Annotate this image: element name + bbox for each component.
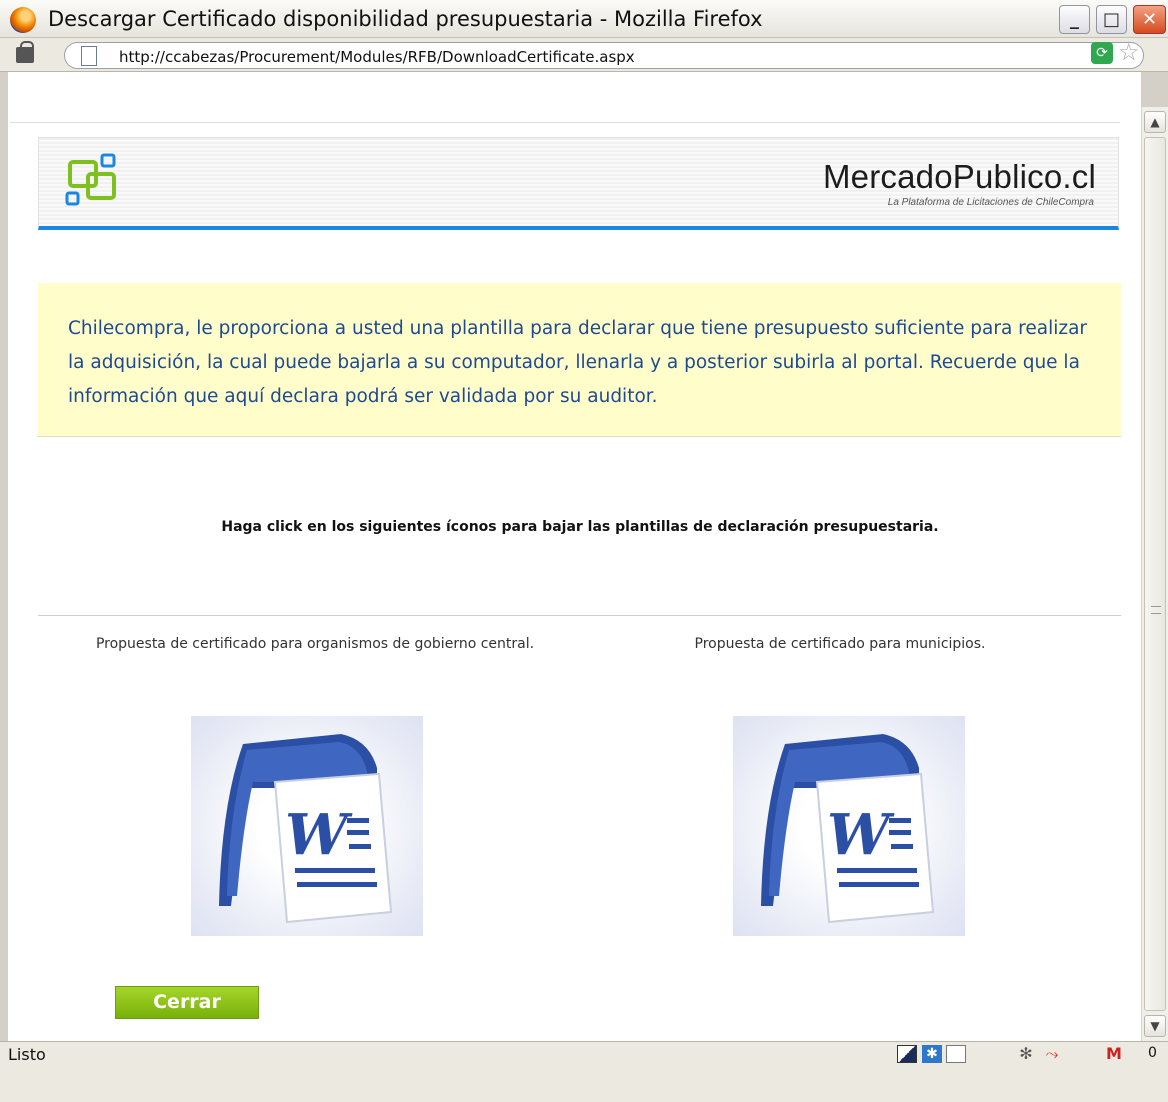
- close-button[interactable]: Cerrar: [115, 986, 259, 1019]
- vertical-scrollbar[interactable]: ▲ ▼: [1141, 107, 1168, 1041]
- bug-icon[interactable]: ✻: [1016, 1045, 1036, 1063]
- brand-tagline: La Plataforma de Licitaciones de ChileCo…: [887, 197, 1094, 208]
- page-icon: [81, 46, 97, 66]
- certificate-label-central: Propuesta de certificado para organismos…: [95, 636, 535, 652]
- download-instruction: Haga click en los siguientes íconos para…: [221, 519, 939, 535]
- url-bar[interactable]: http://ccabezas/Procurement/Modules/RFB/…: [64, 42, 1144, 69]
- gmail-count: 0: [1148, 1045, 1157, 1061]
- gmail-icon[interactable]: M: [1106, 1045, 1126, 1063]
- scroll-down-button[interactable]: ▼: [1144, 1015, 1166, 1037]
- bookmark-star-icon[interactable]: ☆: [1118, 39, 1140, 65]
- url-text[interactable]: http://ccabezas/Procurement/Modules/RFB/…: [119, 48, 635, 66]
- word-document-icon[interactable]: W: [733, 716, 965, 936]
- window-title: Descargar Certificado disponibilidad pre…: [48, 7, 763, 31]
- window-titlebar: Descargar Certificado disponibilidad pre…: [0, 0, 1168, 38]
- mail-icon[interactable]: [946, 1045, 966, 1063]
- word-document-icon[interactable]: W: [191, 716, 423, 936]
- display-icon[interactable]: [897, 1045, 917, 1063]
- navigation-bar: http://ccabezas/Procurement/Modules/RFB/…: [0, 38, 1168, 72]
- top-divider: [10, 122, 1120, 123]
- scroll-grip-icon: [1151, 606, 1161, 614]
- maximize-button[interactable]: □: [1096, 5, 1127, 34]
- status-text: Listo: [8, 1045, 46, 1064]
- svg-text:W: W: [285, 802, 353, 868]
- scroll-thumb[interactable]: [1144, 137, 1166, 1011]
- page-top-area: [8, 72, 1141, 107]
- section-divider: [38, 615, 1121, 616]
- info-box: Chilecompra, le proporciona a usted una …: [38, 283, 1121, 437]
- certificate-label-municipios: Propuesta de certificado para municipios…: [694, 636, 986, 652]
- page-viewport: [8, 107, 1141, 1041]
- site-header: MercadoPublico.cl La Plataforma de Licit…: [38, 137, 1119, 230]
- word-icon-graphic: W: [761, 734, 935, 924]
- snowflake-icon[interactable]: ✱: [922, 1045, 942, 1063]
- info-text: Chilecompra, le proporciona a usted una …: [68, 318, 1088, 407]
- close-window-button[interactable]: ✕: [1133, 5, 1166, 34]
- mercadopublico-logo-icon: [65, 153, 116, 206]
- brand-name: MercadoPublico.cl: [822, 158, 1096, 195]
- scroll-up-button[interactable]: ▲: [1144, 111, 1166, 133]
- go-icon[interactable]: ⟳: [1091, 42, 1113, 64]
- firefox-logo-icon: [10, 7, 36, 33]
- word-icon-graphic: W: [219, 734, 393, 924]
- svg-text:W: W: [827, 802, 895, 868]
- lock-icon: [16, 41, 34, 63]
- chart-icon[interactable]: ⤳: [1042, 1045, 1062, 1063]
- minimize-button[interactable]: _: [1059, 5, 1090, 34]
- status-bar: Listo ✱ ✻ ⤳ M 0: [0, 1041, 1168, 1102]
